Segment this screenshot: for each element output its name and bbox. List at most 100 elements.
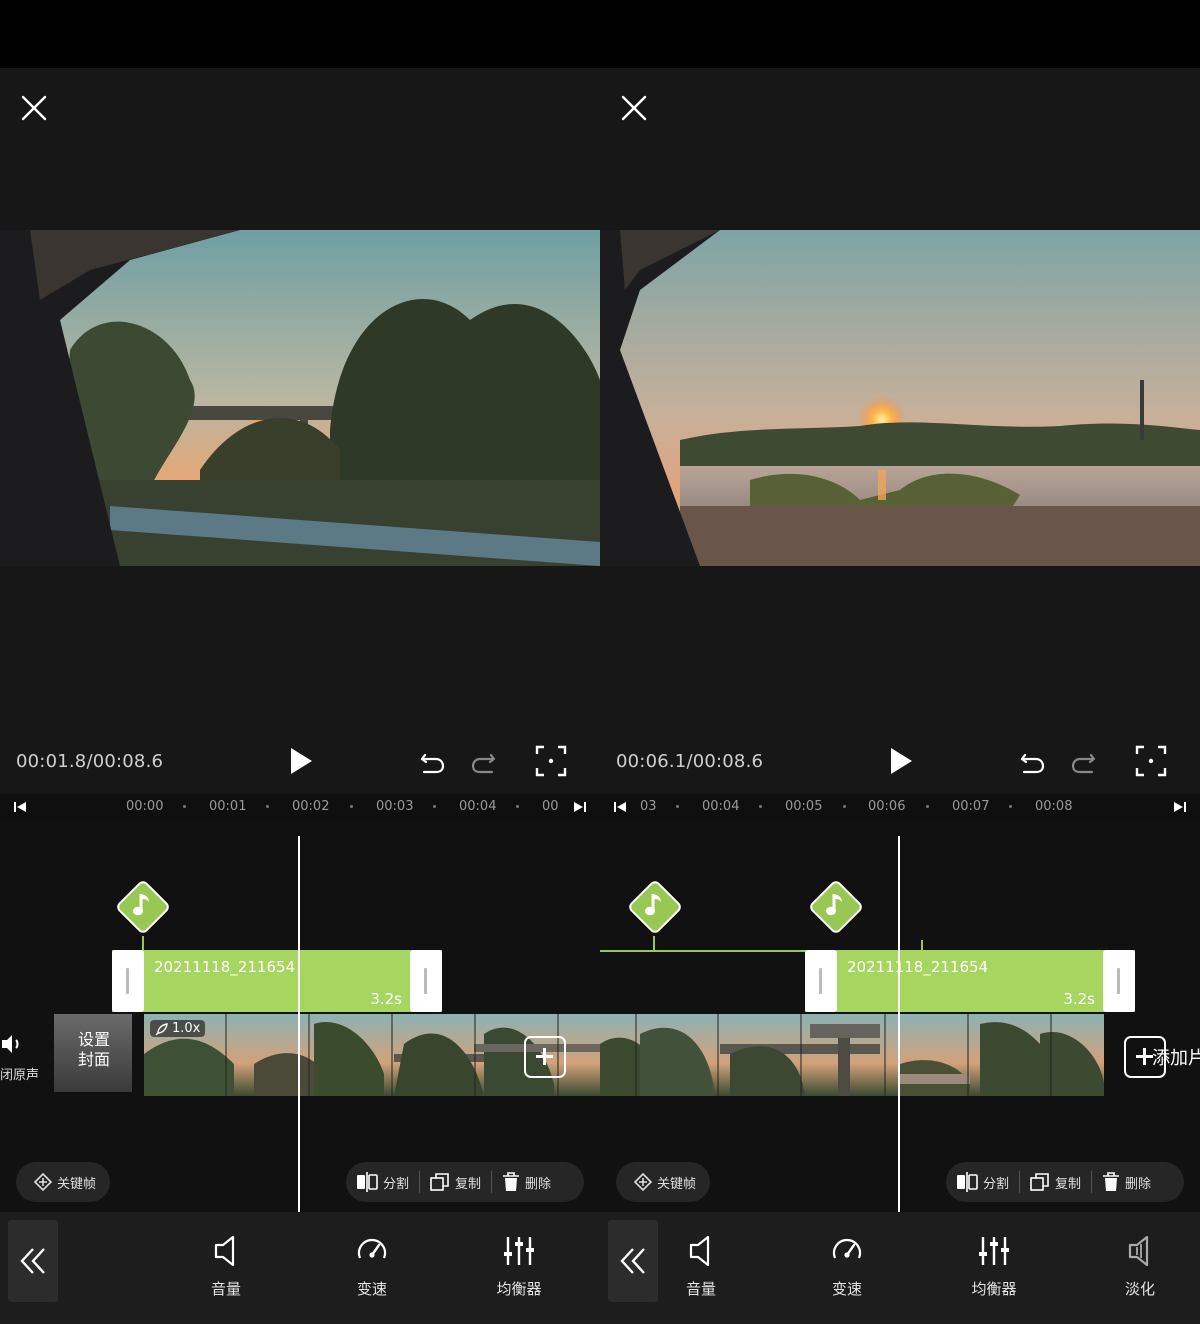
editor-panel-right: 00:06.1/00:08.6 03 00:04 00:05 00:06 00:…: [600, 68, 1200, 1324]
video-track[interactable]: [600, 1014, 1104, 1096]
editor-panel-left: 00:01.8/00:08.6 00:00 00:01 00:02 00:03 …: [0, 68, 600, 1324]
keyframe-button[interactable]: 关键帧: [616, 1162, 710, 1202]
ruler-tick-label: 00:02: [292, 799, 330, 814]
tool-speed[interactable]: 变速: [332, 1234, 412, 1299]
beat-tick: [921, 940, 923, 950]
tool-volume[interactable]: 音量: [186, 1234, 266, 1299]
jump-start-icon[interactable]: [612, 800, 628, 814]
tool-volume[interactable]: 音量: [661, 1234, 741, 1299]
play-icon[interactable]: [886, 744, 916, 778]
keyframe-icon: [634, 1173, 652, 1191]
split-label: 分割: [983, 1176, 1010, 1192]
copy-icon: [430, 1173, 449, 1191]
music-beat-marker[interactable]: [112, 876, 174, 938]
close-icon[interactable]: [20, 94, 48, 122]
tool-fade[interactable]: 淡化: [1100, 1234, 1180, 1299]
ruler-dot: [676, 805, 679, 808]
tool-label: 均衡器: [971, 1280, 1017, 1298]
ruler-tick-label: 00: [542, 799, 559, 814]
ruler-dot: [433, 805, 436, 808]
redo-icon[interactable]: [1068, 746, 1100, 778]
ruler-tick-label: 00:00: [126, 799, 164, 814]
music-beat-marker[interactable]: [624, 876, 686, 938]
ruler-tick-label: 00:06: [868, 799, 906, 814]
equalizer-icon: [504, 1237, 534, 1265]
marker-stem: [653, 936, 655, 950]
volume-icon: [689, 1235, 710, 1267]
timeline-ruler[interactable]: 00:00 00:01 00:02 00:03 00:04 00: [0, 794, 600, 820]
ruler-dot: [759, 805, 762, 808]
close-icon[interactable]: [620, 94, 648, 122]
clip-name: 20211118_211654: [847, 958, 989, 976]
fullscreen-icon[interactable]: [1134, 744, 1168, 778]
copy-button[interactable]: 复制: [1020, 1172, 1091, 1192]
delete-icon: [1103, 1172, 1120, 1191]
clip-left-handle[interactable]: [112, 950, 144, 1012]
clip-name: 20211118_211654: [154, 958, 296, 976]
keyframe-icon: [34, 1173, 52, 1191]
back-button[interactable]: [608, 1220, 658, 1302]
back-icon: [620, 1248, 645, 1274]
back-button[interactable]: [8, 1220, 58, 1302]
delete-button[interactable]: 删除: [492, 1172, 561, 1192]
jump-end-icon[interactable]: [1172, 800, 1188, 814]
tool-label: 均衡器: [496, 1280, 542, 1298]
clip-right-handle[interactable]: [1103, 950, 1135, 1012]
play-icon[interactable]: [286, 744, 316, 778]
ruler-dot: [516, 805, 519, 808]
equalizer-icon: [979, 1237, 1009, 1265]
timeline-ruler[interactable]: 03 00:04 00:05 00:06 00:07 00:08: [600, 794, 1200, 820]
audio-clip[interactable]: 20211118_211654 3.2s: [112, 950, 442, 1012]
playhead[interactable]: [898, 836, 900, 1212]
ruler-tick-label: 00:07: [952, 799, 990, 814]
status-bar: [0, 0, 1200, 68]
add-clip-button[interactable]: [524, 1036, 566, 1078]
delete-label: 删除: [525, 1176, 552, 1192]
redo-icon[interactable]: [468, 746, 500, 778]
speed-icon: [832, 1238, 862, 1259]
split-label: 分割: [383, 1176, 410, 1192]
copy-button[interactable]: 复制: [420, 1172, 491, 1192]
playhead[interactable]: [298, 836, 300, 1212]
bottom-toolbar: 音量 变速 均衡器: [0, 1212, 600, 1324]
ruler-tick-label: 00:03: [376, 799, 414, 814]
video-preview[interactable]: [0, 230, 600, 566]
undo-icon[interactable]: [416, 746, 448, 778]
keyframe-label: 关键帧: [657, 1176, 697, 1192]
clip-duration: 3.2s: [370, 990, 402, 1008]
delete-button[interactable]: 删除: [1092, 1172, 1161, 1192]
video-preview[interactable]: [600, 230, 1200, 566]
ruler-tick-label: 00:04: [459, 799, 497, 814]
music-beat-marker[interactable]: [805, 876, 867, 938]
keyframe-label: 关键帧: [57, 1176, 97, 1192]
split-icon: [357, 1172, 378, 1192]
split-button[interactable]: 分割: [946, 1172, 1019, 1192]
clip-actions: 分割 复制 删除: [946, 1162, 1184, 1202]
fade-icon: [1128, 1235, 1149, 1267]
bottom-toolbar: 音量 变速 均衡器 淡化: [600, 1212, 1200, 1324]
ruler-dot: [843, 805, 846, 808]
add-clip-area[interactable]: 添加片: [1106, 1014, 1200, 1096]
ruler-dot: [926, 805, 929, 808]
undo-icon[interactable]: [1016, 746, 1048, 778]
speed-badge: 1.0x: [150, 1020, 206, 1037]
music-line: [600, 950, 810, 952]
tool-equalizer[interactable]: 均衡器: [479, 1234, 559, 1299]
fullscreen-icon[interactable]: [534, 744, 568, 778]
music-note-icon: [645, 894, 661, 916]
speed-value: 1.0x: [172, 1021, 201, 1036]
set-cover-button[interactable]: 设置封面: [54, 1014, 132, 1092]
copy-icon: [1030, 1173, 1049, 1191]
music-note-icon: [133, 894, 149, 916]
tool-equalizer[interactable]: 均衡器: [954, 1234, 1034, 1299]
jump-end-icon[interactable]: [572, 800, 588, 814]
keyframe-button[interactable]: 关键帧: [16, 1162, 110, 1202]
clip-right-handle[interactable]: [410, 950, 442, 1012]
clip-left-handle[interactable]: [805, 950, 837, 1012]
jump-start-icon[interactable]: [12, 800, 28, 814]
audio-clip[interactable]: 20211118_211654 3.2s: [805, 950, 1135, 1012]
split-button[interactable]: 分割: [346, 1172, 419, 1192]
tool-speed[interactable]: 变速: [807, 1234, 887, 1299]
tool-label: 变速: [356, 1280, 387, 1298]
marker-stem: [142, 936, 144, 950]
